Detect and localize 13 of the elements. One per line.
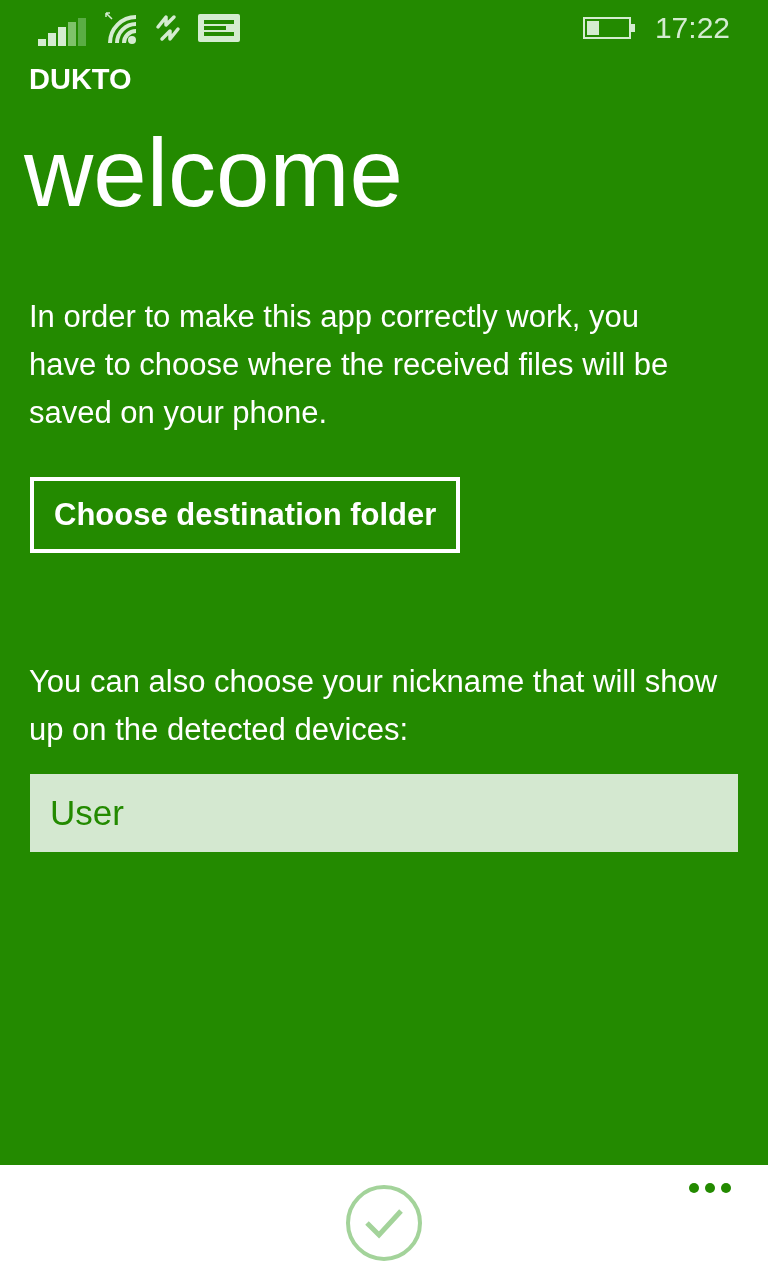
choose-folder-button[interactable]: Choose destination folder xyxy=(30,477,461,553)
intro-text: In order to make this app correctly work, you have to choose where the received files will be saved on your phone. xyxy=(28,298,670,432)
page-title: welcome xyxy=(23,118,404,228)
nickname-prompt: You can also choose your nickname that will show up on the detected devices: xyxy=(28,663,719,749)
vibrate-icon xyxy=(154,12,182,43)
app-title: DUKTO xyxy=(28,62,133,97)
nickname-field[interactable]: User xyxy=(30,774,738,852)
signal-icon xyxy=(38,17,88,46)
clock-time: 17:22 xyxy=(654,10,730,46)
wifi-icon xyxy=(104,10,138,45)
checkmark-icon xyxy=(364,1207,404,1239)
message-icon xyxy=(198,13,240,42)
more-icon[interactable] xyxy=(688,1182,732,1194)
